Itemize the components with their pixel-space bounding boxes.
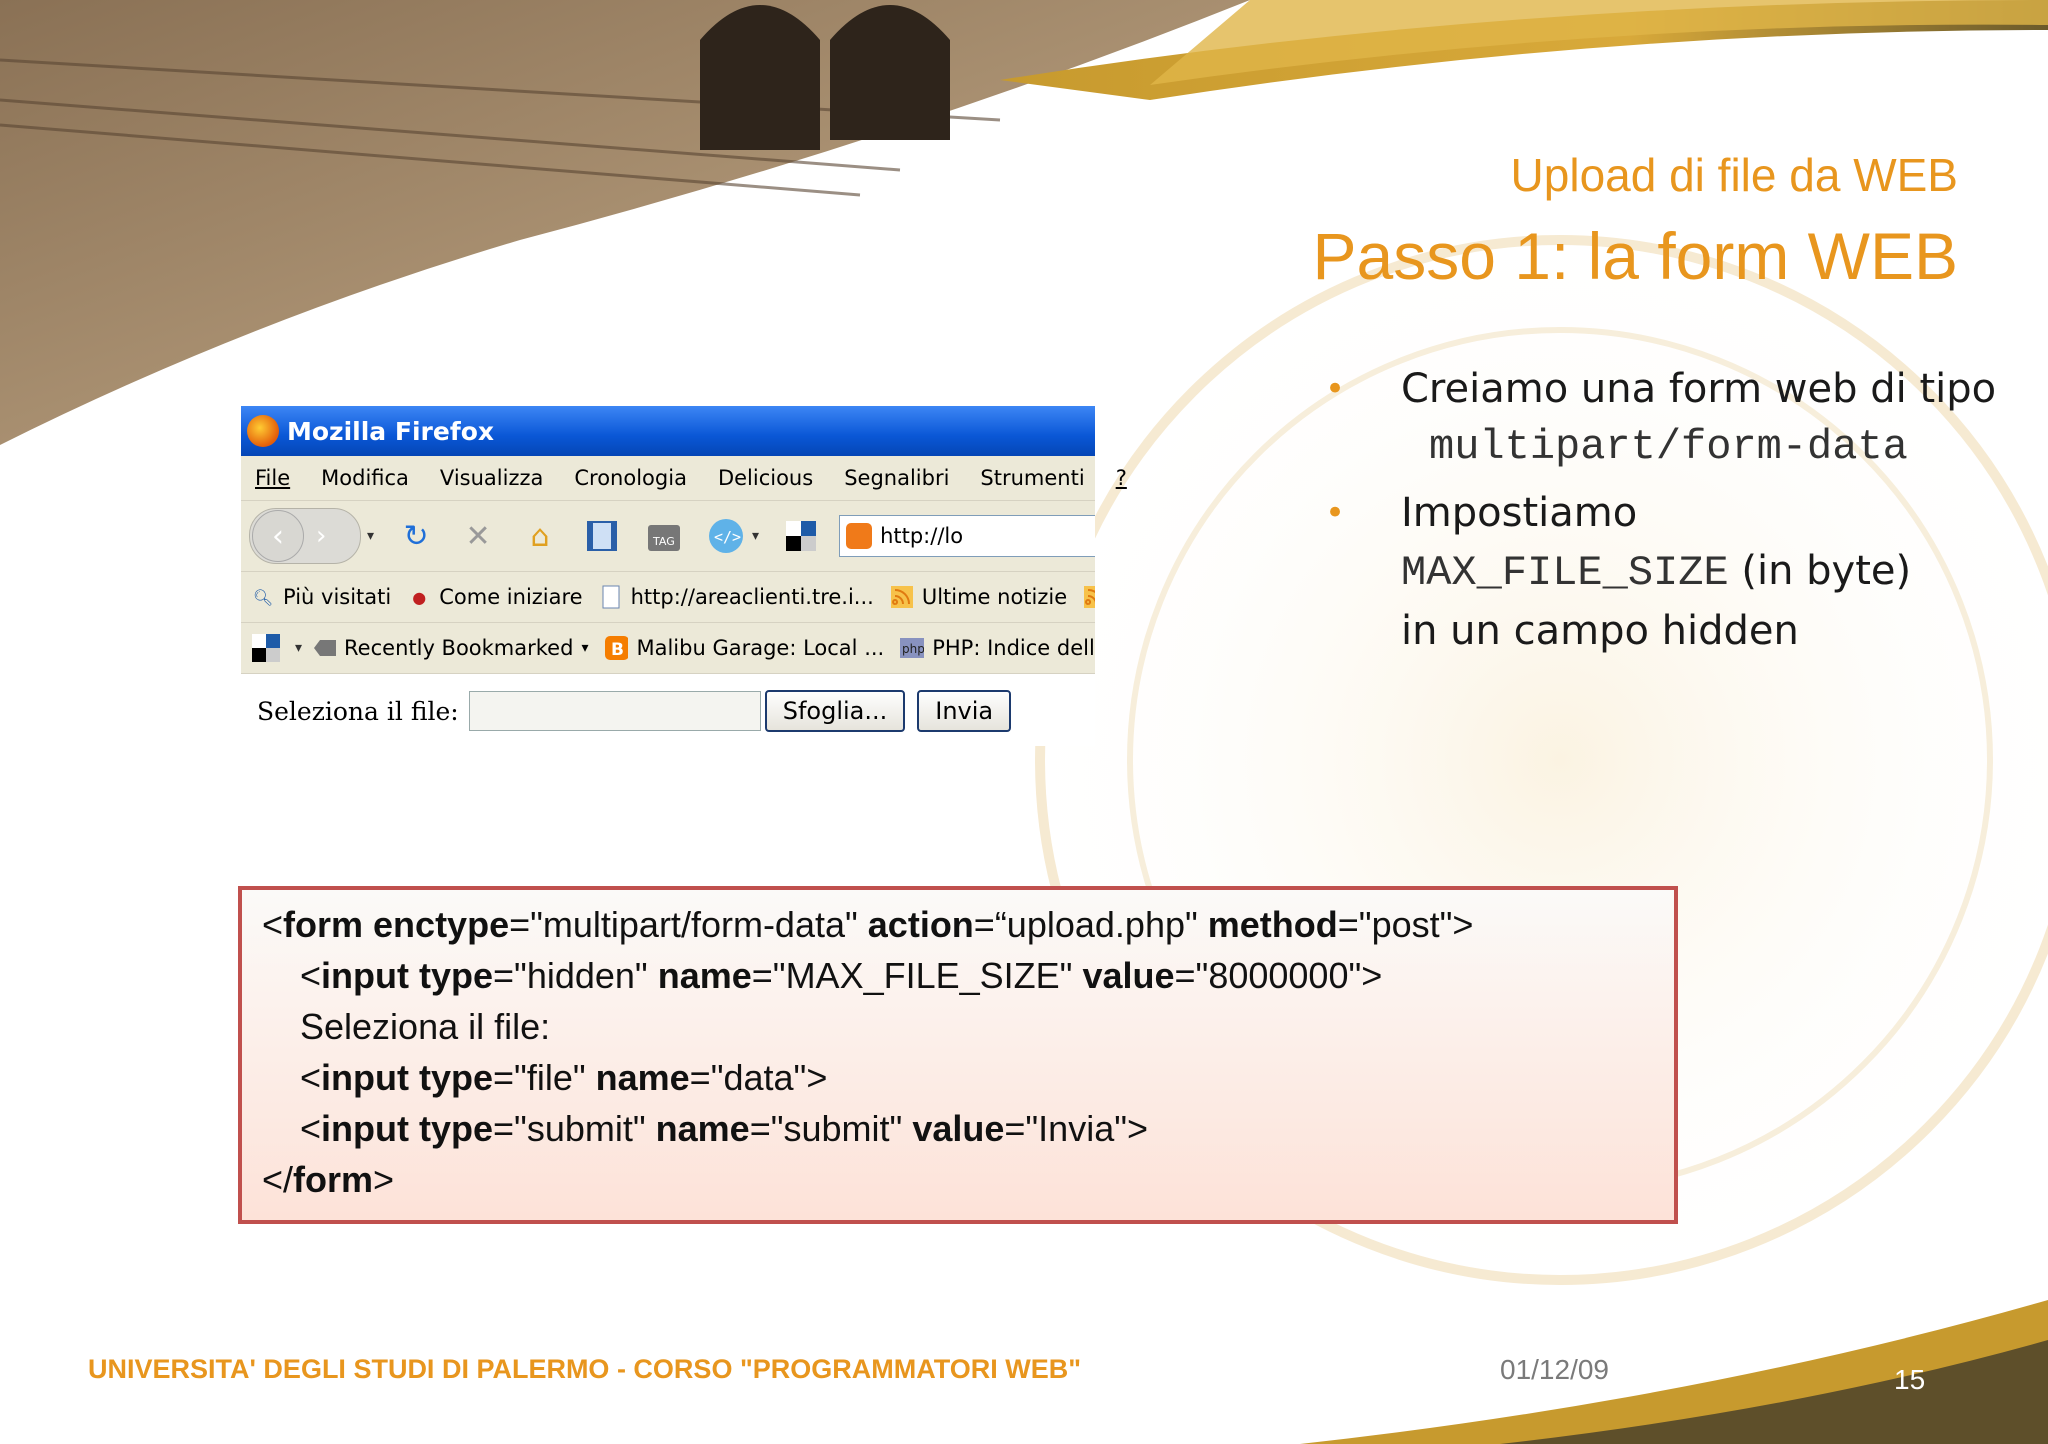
rss-icon [890,585,914,609]
menu-file[interactable]: File [255,466,290,490]
dropdown-icon: ▾ [581,640,589,656]
history-dropdown-icon[interactable]: ▾ [367,528,374,544]
home-icon[interactable]: ⌂ [520,516,560,556]
code-line-2: <input type="hidden" name="MAX_FILE_SIZE… [300,955,1383,996]
navigation-toolbar: ‹ › ▾ ↻ ✕ ⌂ TAG </> ▾ http://lo [241,501,1095,572]
upload-form: Seleziona il file: Sfoglia... Invia [241,674,1095,748]
firefox-logo-icon [247,415,279,447]
svg-text:B: B [611,640,624,660]
php-icon: php [900,636,925,660]
bookmark-icon[interactable] [582,516,622,556]
code-icon[interactable]: </> [706,516,746,556]
site-favicon-icon [846,523,873,549]
code-line-5: <input type="submit" name="submit" value… [300,1108,1149,1149]
code-block: <form enctype="multipart/form-data" acti… [238,886,1678,1224]
bullet-dot: • [1325,493,1346,533]
firefox-help-icon: ● [412,587,427,607]
dropdown-icon[interactable]: ▾ [752,528,759,544]
file-input[interactable] [468,691,761,731]
page-icon [599,585,623,609]
window-titlebar: Mozilla Firefox [241,406,1095,456]
bullet-text: Creiamo una form web di tipo [1401,366,1997,412]
bookmark-item[interactable]: php PHP: Indice delle [900,636,1095,660]
delicious-icon[interactable] [251,633,281,663]
rss-icon [1083,585,1095,609]
menu-bar: File Modifica Visualizza Cronologia Deli… [241,456,1127,501]
menu-delicious[interactable]: Delicious [718,466,813,490]
code-line-1: <form enctype="multipart/form-data" acti… [262,904,1474,945]
svg-text:</>: </> [714,528,741,546]
bullet-list: • Creiamo una form web di tipo multipart… [1325,360,2025,660]
svg-text:php: php [902,642,924,656]
bullet-code-line: MAX_FILE_SIZE (in byte) [1401,542,2025,602]
footer-university: UNIVERSITA' DEGLI STUDI DI PALERMO - COR… [88,1354,1082,1384]
submit-button[interactable]: Invia [917,690,1012,732]
tag-icon[interactable]: TAG [644,516,684,556]
bookmark-item[interactable]: Ultime notizie [890,585,1067,609]
bullet-dot: • [1325,369,1346,409]
bookmark-item[interactable]: B Malibu Garage: Local ... [604,636,884,660]
bookmark-item[interactable]: http://areaclienti.tre.i... [599,585,874,609]
bullet-item: • Creiamo una form web di tipo multipart… [1325,360,2025,476]
slide-title: Passo 1: la form WEB [1312,219,1958,293]
slide-subtitle: Upload di file da WEB [1510,149,1958,201]
firefox-window: Mozilla Firefox File Modifica Visualizza… [241,406,1127,748]
delicious-icon[interactable] [781,516,821,556]
forward-icon[interactable]: › [316,521,326,551]
menu-cronologia[interactable]: Cronologia [574,466,687,490]
bookmark-item[interactable]: A [1083,585,1095,609]
bullet-text: Impostiamo [1401,490,1638,536]
code-line-3: Seleziona il file: [300,1006,551,1047]
reload-icon[interactable]: ↻ [396,516,436,556]
slide: Upload di file da WEB Passo 1: la form W… [0,0,2048,1444]
browse-button[interactable]: Sfoglia... [764,690,906,732]
file-label: Seleziona il file: [257,696,459,726]
menu-modifica[interactable]: Modifica [321,466,409,490]
code-line-4: <input type="file" name="data"> [300,1057,828,1098]
stop-icon[interactable]: ✕ [458,516,498,556]
tag-icon [312,636,337,660]
dropdown-icon[interactable]: ▾ [295,640,302,656]
bookmark-item[interactable]: 🔍︎ Più visitati [251,585,391,609]
bullet-code: multipart/form-data [1429,423,1908,471]
window-title: Mozilla Firefox [287,416,494,446]
bookmark-item[interactable]: Recently Bookmarked ▾ [312,636,588,660]
bullet-code: MAX_FILE_SIZE [1401,549,1729,597]
search-icon: 🔍︎ [252,587,274,607]
back-icon[interactable]: ‹ [252,510,304,562]
page-number: 15 [1894,1364,1926,1395]
menu-strumenti[interactable]: Strumenti [980,466,1084,490]
nav-buttons: ‹ › [249,508,361,564]
url-text: http://lo [880,524,964,548]
bookmark-item[interactable]: ● Come iniziare [407,585,582,609]
blogger-icon: B [604,636,629,660]
bullet-text: (in byte) [1728,548,1912,594]
header-photo [0,0,1250,445]
code-line-6: </form> [262,1159,395,1200]
menu-visualizza[interactable]: Visualizza [440,466,543,490]
url-bar[interactable]: http://lo [839,515,1095,557]
menu-help[interactable]: ? [1116,466,1127,490]
bullet-text: in un campo hidden [1401,608,1799,654]
menu-segnalibri[interactable]: Segnalibri [844,466,949,490]
svg-text:TAG: TAG [652,535,675,548]
bullet-item: • Impostiamo MAX_FILE_SIZE (in byte) in … [1325,484,2025,660]
bookmarks-toolbar-2: ▾ Recently Bookmarked ▾ B Malibu Garage: L… [241,623,1095,674]
footer-date: 01/12/09 [1500,1354,1609,1385]
bookmarks-toolbar: 🔍︎ Più visitati ● Come iniziare http://are… [241,572,1095,623]
